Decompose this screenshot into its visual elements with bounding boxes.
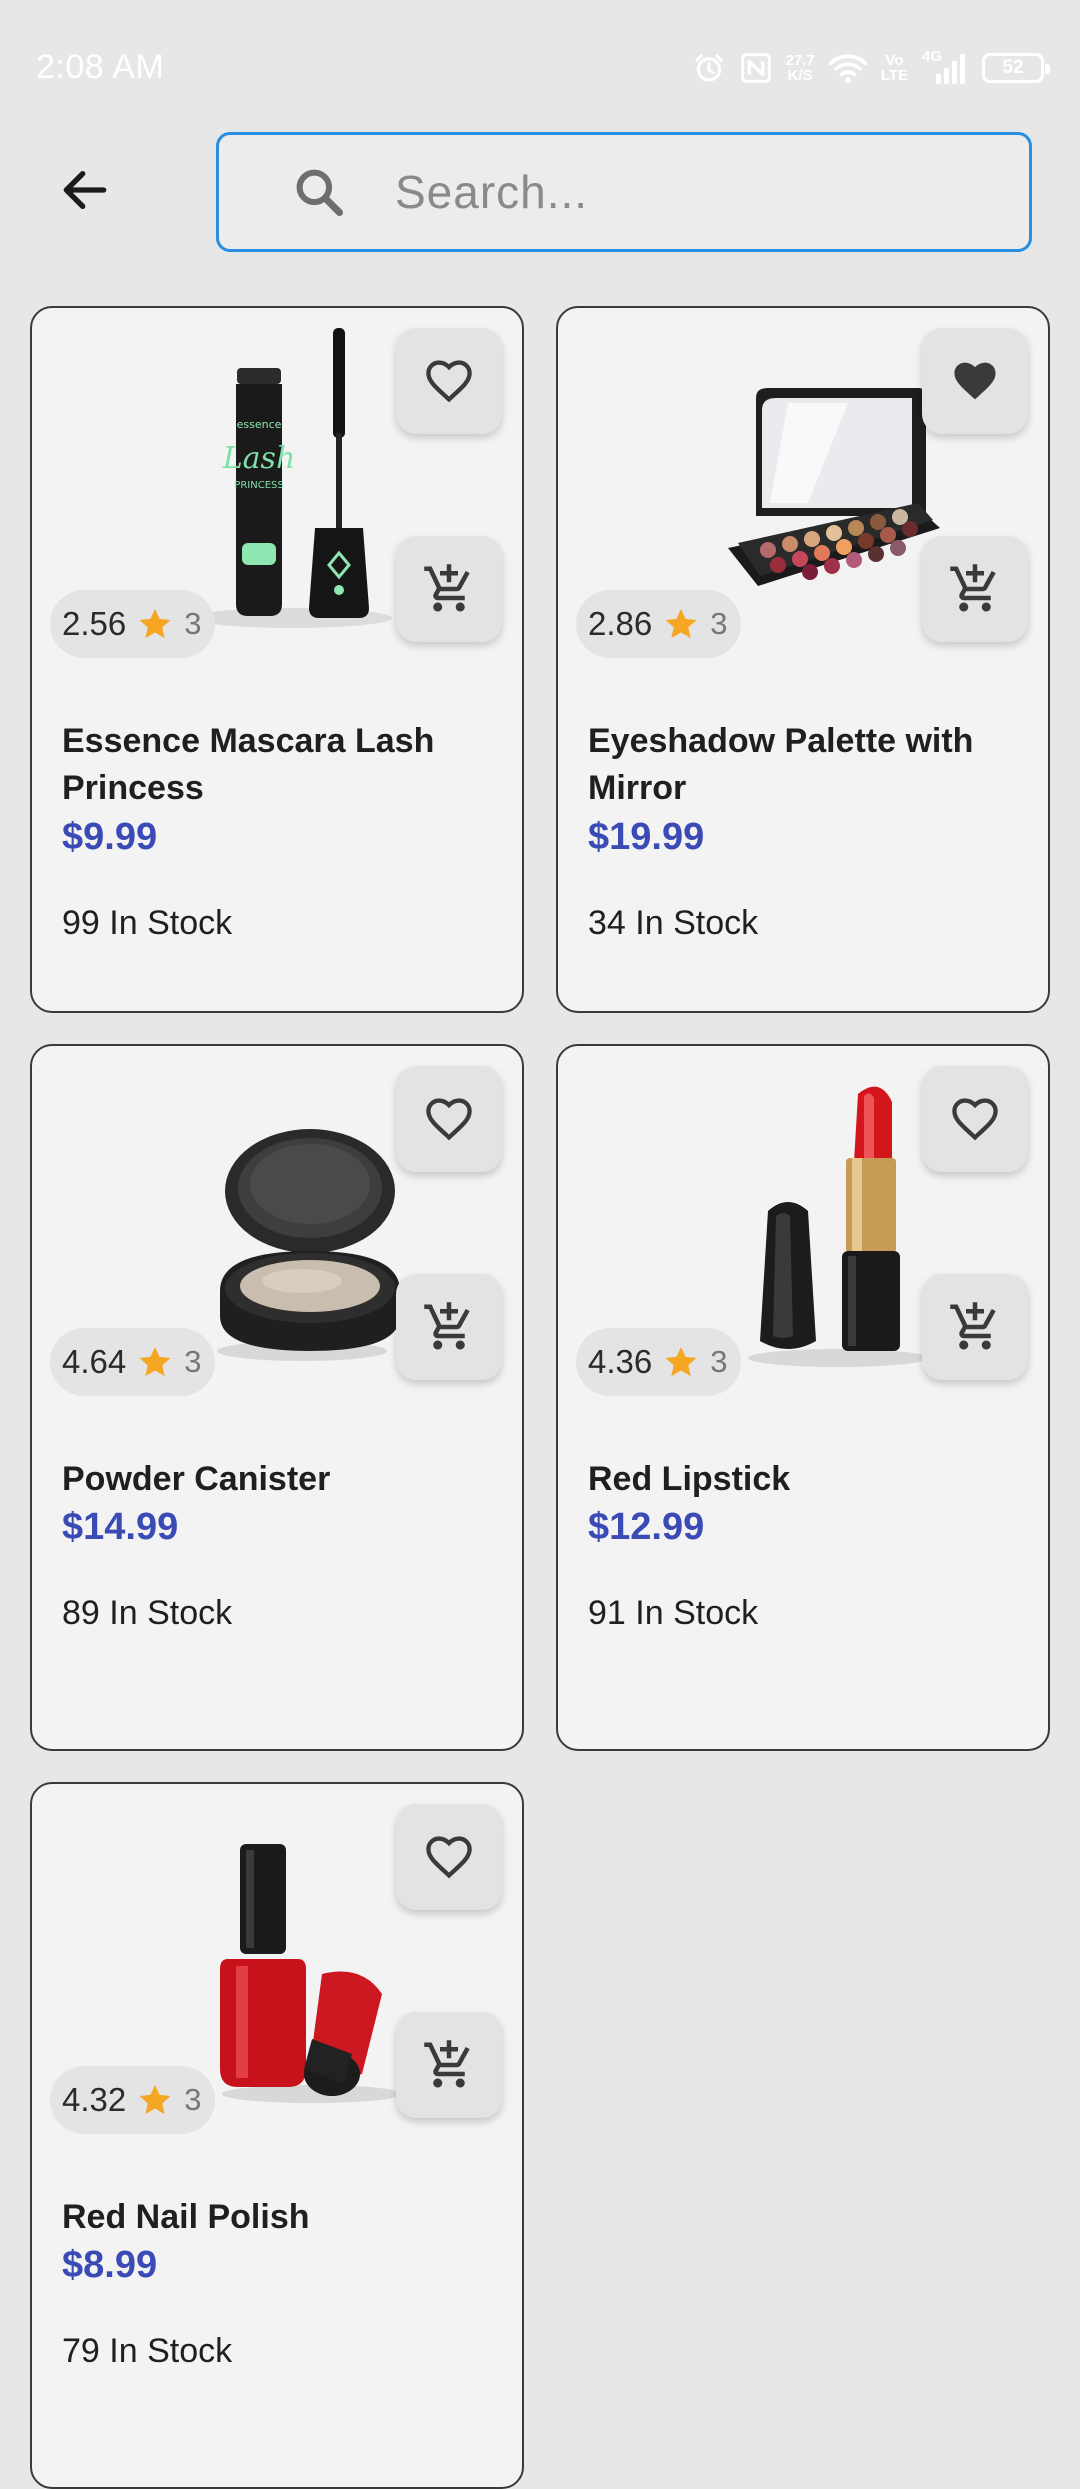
product-price: $19.99 — [588, 816, 705, 858]
heart-filled-icon — [954, 362, 996, 400]
search-input[interactable] — [395, 152, 1029, 232]
product-price: $8.99 — [62, 2244, 158, 2286]
rating-count: 3 — [184, 2082, 202, 2117]
rating-count: 3 — [710, 1344, 728, 1379]
rating-value: 2.56 — [62, 605, 127, 642]
product-price: $14.99 — [62, 1506, 179, 1548]
star-icon — [665, 1346, 697, 1377]
product-title: Eyeshadow Palette with Mirror — [588, 722, 974, 807]
product-title: Essence Mascara Lash Princess — [62, 722, 435, 807]
back-button[interactable] — [45, 150, 125, 230]
rating-pill: 4.64 3 — [50, 1328, 216, 1396]
add-shopping-cart-icon — [424, 1302, 470, 1350]
heart-outline-icon — [426, 1098, 472, 1141]
star-icon — [139, 608, 171, 639]
add-shopping-cart-icon — [424, 2040, 470, 2088]
rating-count: 3 — [184, 1344, 202, 1379]
product-title: Powder Canister — [62, 1460, 331, 1498]
add-to-cart-button[interactable] — [922, 1274, 1028, 1380]
heart-outline-icon — [426, 1836, 472, 1879]
search-box[interactable] — [216, 132, 1032, 252]
favorite-button[interactable] — [922, 328, 1028, 434]
svg-text:essence: essence — [237, 418, 282, 431]
rating-value: 2.86 — [588, 605, 653, 642]
product-title: Red Nail Polish — [62, 2198, 310, 2236]
product-price: $12.99 — [588, 1506, 705, 1548]
add-to-cart-button[interactable] — [922, 536, 1028, 642]
product-card[interactable]: 2.86 3 Eyeshadow Palette with Mirror $19… — [556, 306, 1050, 1013]
status-icons: 27.7 K/S Vo LTE 4G 52 — [692, 48, 1050, 86]
status-bar: 2:08 AM 27.7 K/S Vo LTE 4G 52 — [0, 0, 1080, 135]
network-speed: 27.7 K/S — [786, 53, 815, 83]
volte-bottom: LTE — [880, 66, 908, 84]
product-card[interactable]: 4.32 3 Red Nail Polish $8.99 79 In Stock — [30, 1782, 524, 2489]
rating-count: 3 — [184, 606, 202, 641]
signal-icon: 4G — [922, 48, 968, 86]
product-stock: 91 In Stock — [588, 1594, 759, 1632]
svg-text:Lash: Lash — [222, 441, 296, 476]
product-price: $9.99 — [62, 816, 158, 858]
wifi-icon — [828, 52, 867, 84]
status-time: 2:08 AM — [36, 48, 165, 86]
favorite-button[interactable] — [396, 1804, 502, 1910]
product-stock: 34 In Stock — [588, 904, 759, 942]
rating-pill: 4.32 3 — [50, 2066, 216, 2134]
add-to-cart-button[interactable] — [396, 536, 502, 642]
add-shopping-cart-icon — [424, 564, 470, 612]
rating-pill: 4.36 3 — [576, 1328, 742, 1396]
alarm-icon — [692, 51, 726, 85]
star-icon — [665, 608, 697, 639]
star-icon — [139, 1346, 171, 1377]
favorite-button[interactable] — [396, 328, 502, 434]
heart-outline-icon — [426, 360, 472, 403]
add-shopping-cart-icon — [950, 1302, 996, 1350]
favorite-button[interactable] — [396, 1066, 502, 1172]
add-to-cart-button[interactable] — [396, 2012, 502, 2118]
product-stock: 99 In Stock — [62, 904, 233, 942]
product-stock: 89 In Stock — [62, 1594, 233, 1632]
favorite-button[interactable] — [922, 1066, 1028, 1172]
arrow-left-icon — [63, 170, 107, 210]
battery-icon: 52 — [982, 52, 1050, 83]
rating-pill: 2.56 3 — [50, 590, 216, 658]
product-grid: essence Lash PRINCESS 2.56 3 Essence Mas… — [30, 306, 1050, 2489]
product-card[interactable]: 4.36 3 Red Lipstick $12.99 91 In Stock — [556, 1044, 1050, 1751]
product-title: Red Lipstick — [588, 1460, 791, 1498]
product-card[interactable]: 4.64 3 Powder Canister $14.99 89 In Stoc… — [30, 1044, 524, 1751]
rating-value: 4.32 — [62, 2081, 127, 2118]
product-card[interactable]: essence Lash PRINCESS 2.56 3 Essence Mas… — [30, 306, 524, 1013]
add-shopping-cart-icon — [950, 564, 996, 612]
volte-indicator: Vo LTE — [881, 53, 908, 83]
rating-pill: 2.86 3 — [576, 590, 742, 658]
rating-value: 4.64 — [62, 1343, 127, 1380]
product-stock: 79 In Stock — [62, 2332, 233, 2370]
nfc-icon — [740, 52, 772, 84]
battery-level: 52 — [1002, 56, 1024, 78]
add-to-cart-button[interactable] — [396, 1274, 502, 1380]
svg-text:PRINCESS: PRINCESS — [234, 480, 283, 491]
rating-count: 3 — [710, 606, 728, 641]
search-icon — [296, 169, 344, 217]
star-icon — [139, 2084, 171, 2115]
heart-outline-icon — [952, 1098, 998, 1141]
rating-value: 4.36 — [588, 1343, 653, 1380]
network-speed-unit: K/S — [787, 66, 813, 84]
